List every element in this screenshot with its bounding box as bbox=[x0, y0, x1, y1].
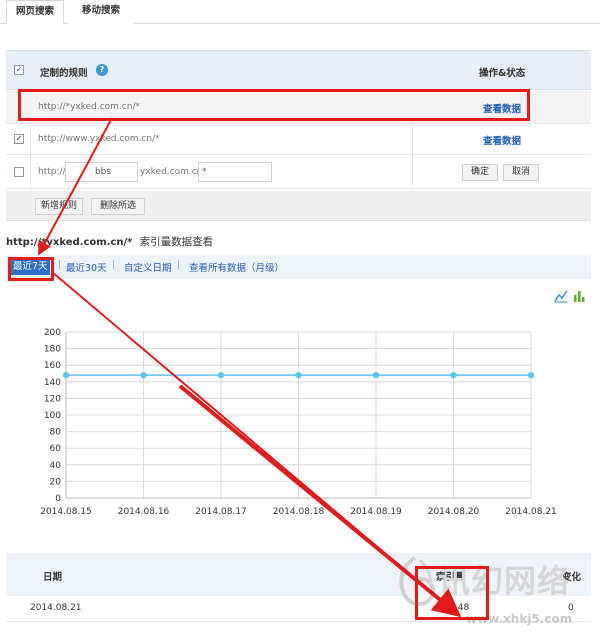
y-tick-label: 100 bbox=[44, 411, 61, 421]
tab-mobile-search[interactable]: 移动搜索 bbox=[68, 0, 134, 24]
data-point bbox=[295, 371, 302, 379]
delete-selected-button[interactable]: 删除所选 bbox=[91, 198, 145, 215]
rule-row: ✓ http://www.yxked.com.cn/* 查看数据 bbox=[6, 124, 591, 155]
x-tick-label: 2014.08.21 bbox=[505, 507, 557, 517]
action-status-header: 操作&状态 bbox=[479, 68, 526, 79]
row-date: 2014.08.21 bbox=[30, 603, 82, 613]
y-tick-label: 120 bbox=[44, 394, 61, 404]
x-tick-label: 2014.08.17 bbox=[195, 507, 247, 517]
x-tick-label: 2014.08.20 bbox=[428, 507, 480, 517]
data-point bbox=[527, 371, 535, 379]
data-point bbox=[217, 371, 225, 379]
range-all-monthly[interactable]: 查看所有数据（月级） bbox=[189, 260, 284, 274]
data-point bbox=[372, 371, 380, 379]
x-tick-label: 2014.08.18 bbox=[273, 507, 325, 517]
x-tick-label: 2014.08.19 bbox=[350, 507, 402, 517]
question-circle-icon[interactable]: ? bbox=[96, 64, 108, 76]
data-point bbox=[140, 371, 147, 379]
range-separator: | bbox=[112, 260, 116, 270]
y-tick-label: 0 bbox=[55, 494, 61, 504]
data-view-heading: 索引量数据查看 bbox=[139, 236, 214, 248]
new-rule-domain: yxked.com.cn/ bbox=[140, 167, 206, 177]
cancel-button[interactable]: 取消 bbox=[503, 164, 539, 181]
data-view-url: http://*yxked.com.cn/* bbox=[6, 237, 133, 248]
range-last-30-days[interactable]: 最近30天 bbox=[66, 260, 107, 274]
annotation-highlight-range bbox=[8, 257, 54, 281]
range-separator: | bbox=[177, 260, 181, 270]
data-point bbox=[62, 371, 70, 379]
rules-table-header: ✓ 定制的规则 ? 操作&状态 bbox=[6, 50, 591, 90]
data-point bbox=[450, 371, 457, 379]
confirm-button[interactable]: 确定 bbox=[462, 164, 498, 181]
range-separator: | bbox=[58, 260, 62, 270]
add-rule-button[interactable]: 新增规则 bbox=[35, 198, 83, 215]
column-divider bbox=[412, 124, 413, 189]
range-custom-date[interactable]: 自定义日期 bbox=[124, 260, 172, 274]
x-tick-label: 2014.08.15 bbox=[40, 507, 92, 517]
bar-chart-icon[interactable] bbox=[573, 289, 587, 303]
y-tick-label: 40 bbox=[50, 461, 62, 471]
date-range-bar: 最近7天 | 最近30天 | 自定义日期 | 查看所有数据（月级） bbox=[6, 255, 591, 279]
data-view-title: http://*yxked.com.cn/* 索引量数据查看 bbox=[6, 234, 213, 249]
new-rule-prefix: http:// bbox=[38, 167, 66, 177]
y-tick-label: 20 bbox=[50, 477, 62, 487]
y-tick-label: 180 bbox=[44, 345, 61, 355]
index-volume-chart: 0 20 40 60 80 100 120 140 160 180 200 2014.08.15 201… bbox=[40, 328, 557, 517]
date-column-header: 日期 bbox=[43, 572, 63, 583]
rules-action-bar: 新增规则 删除所选 bbox=[6, 191, 591, 221]
annotation-highlight-rule bbox=[18, 89, 530, 121]
rules-header-label: 定制的规则 bbox=[40, 68, 88, 79]
rule-url: http://www.yxked.com.cn/* bbox=[38, 134, 160, 144]
view-data-link[interactable]: 查看数据 bbox=[483, 133, 521, 147]
y-tick-label: 80 bbox=[50, 428, 62, 438]
y-tick-label: 140 bbox=[44, 378, 61, 388]
annotation-highlight-index bbox=[415, 566, 489, 620]
x-tick-label: 2014.08.16 bbox=[118, 507, 170, 517]
line-chart-icon[interactable] bbox=[554, 289, 568, 303]
path-input[interactable]: * bbox=[198, 162, 272, 182]
tab-web-search[interactable]: 网页搜索 bbox=[6, 0, 64, 24]
column-divider bbox=[30, 124, 31, 189]
select-all-checkbox[interactable]: ✓ bbox=[14, 65, 24, 75]
y-tick-label: 60 bbox=[50, 444, 62, 454]
new-rule-row: http:// bbs yxked.com.cn/ * 确定 取消 bbox=[6, 155, 591, 189]
new-rule-checkbox[interactable] bbox=[14, 167, 24, 177]
subdomain-input[interactable]: bbs bbox=[65, 162, 138, 182]
y-tick-label: 200 bbox=[44, 328, 61, 338]
rule-checkbox[interactable]: ✓ bbox=[14, 134, 24, 144]
y-tick-label: 160 bbox=[44, 361, 61, 371]
search-type-tabs: 网页搜索 移动搜索 bbox=[0, 0, 600, 24]
